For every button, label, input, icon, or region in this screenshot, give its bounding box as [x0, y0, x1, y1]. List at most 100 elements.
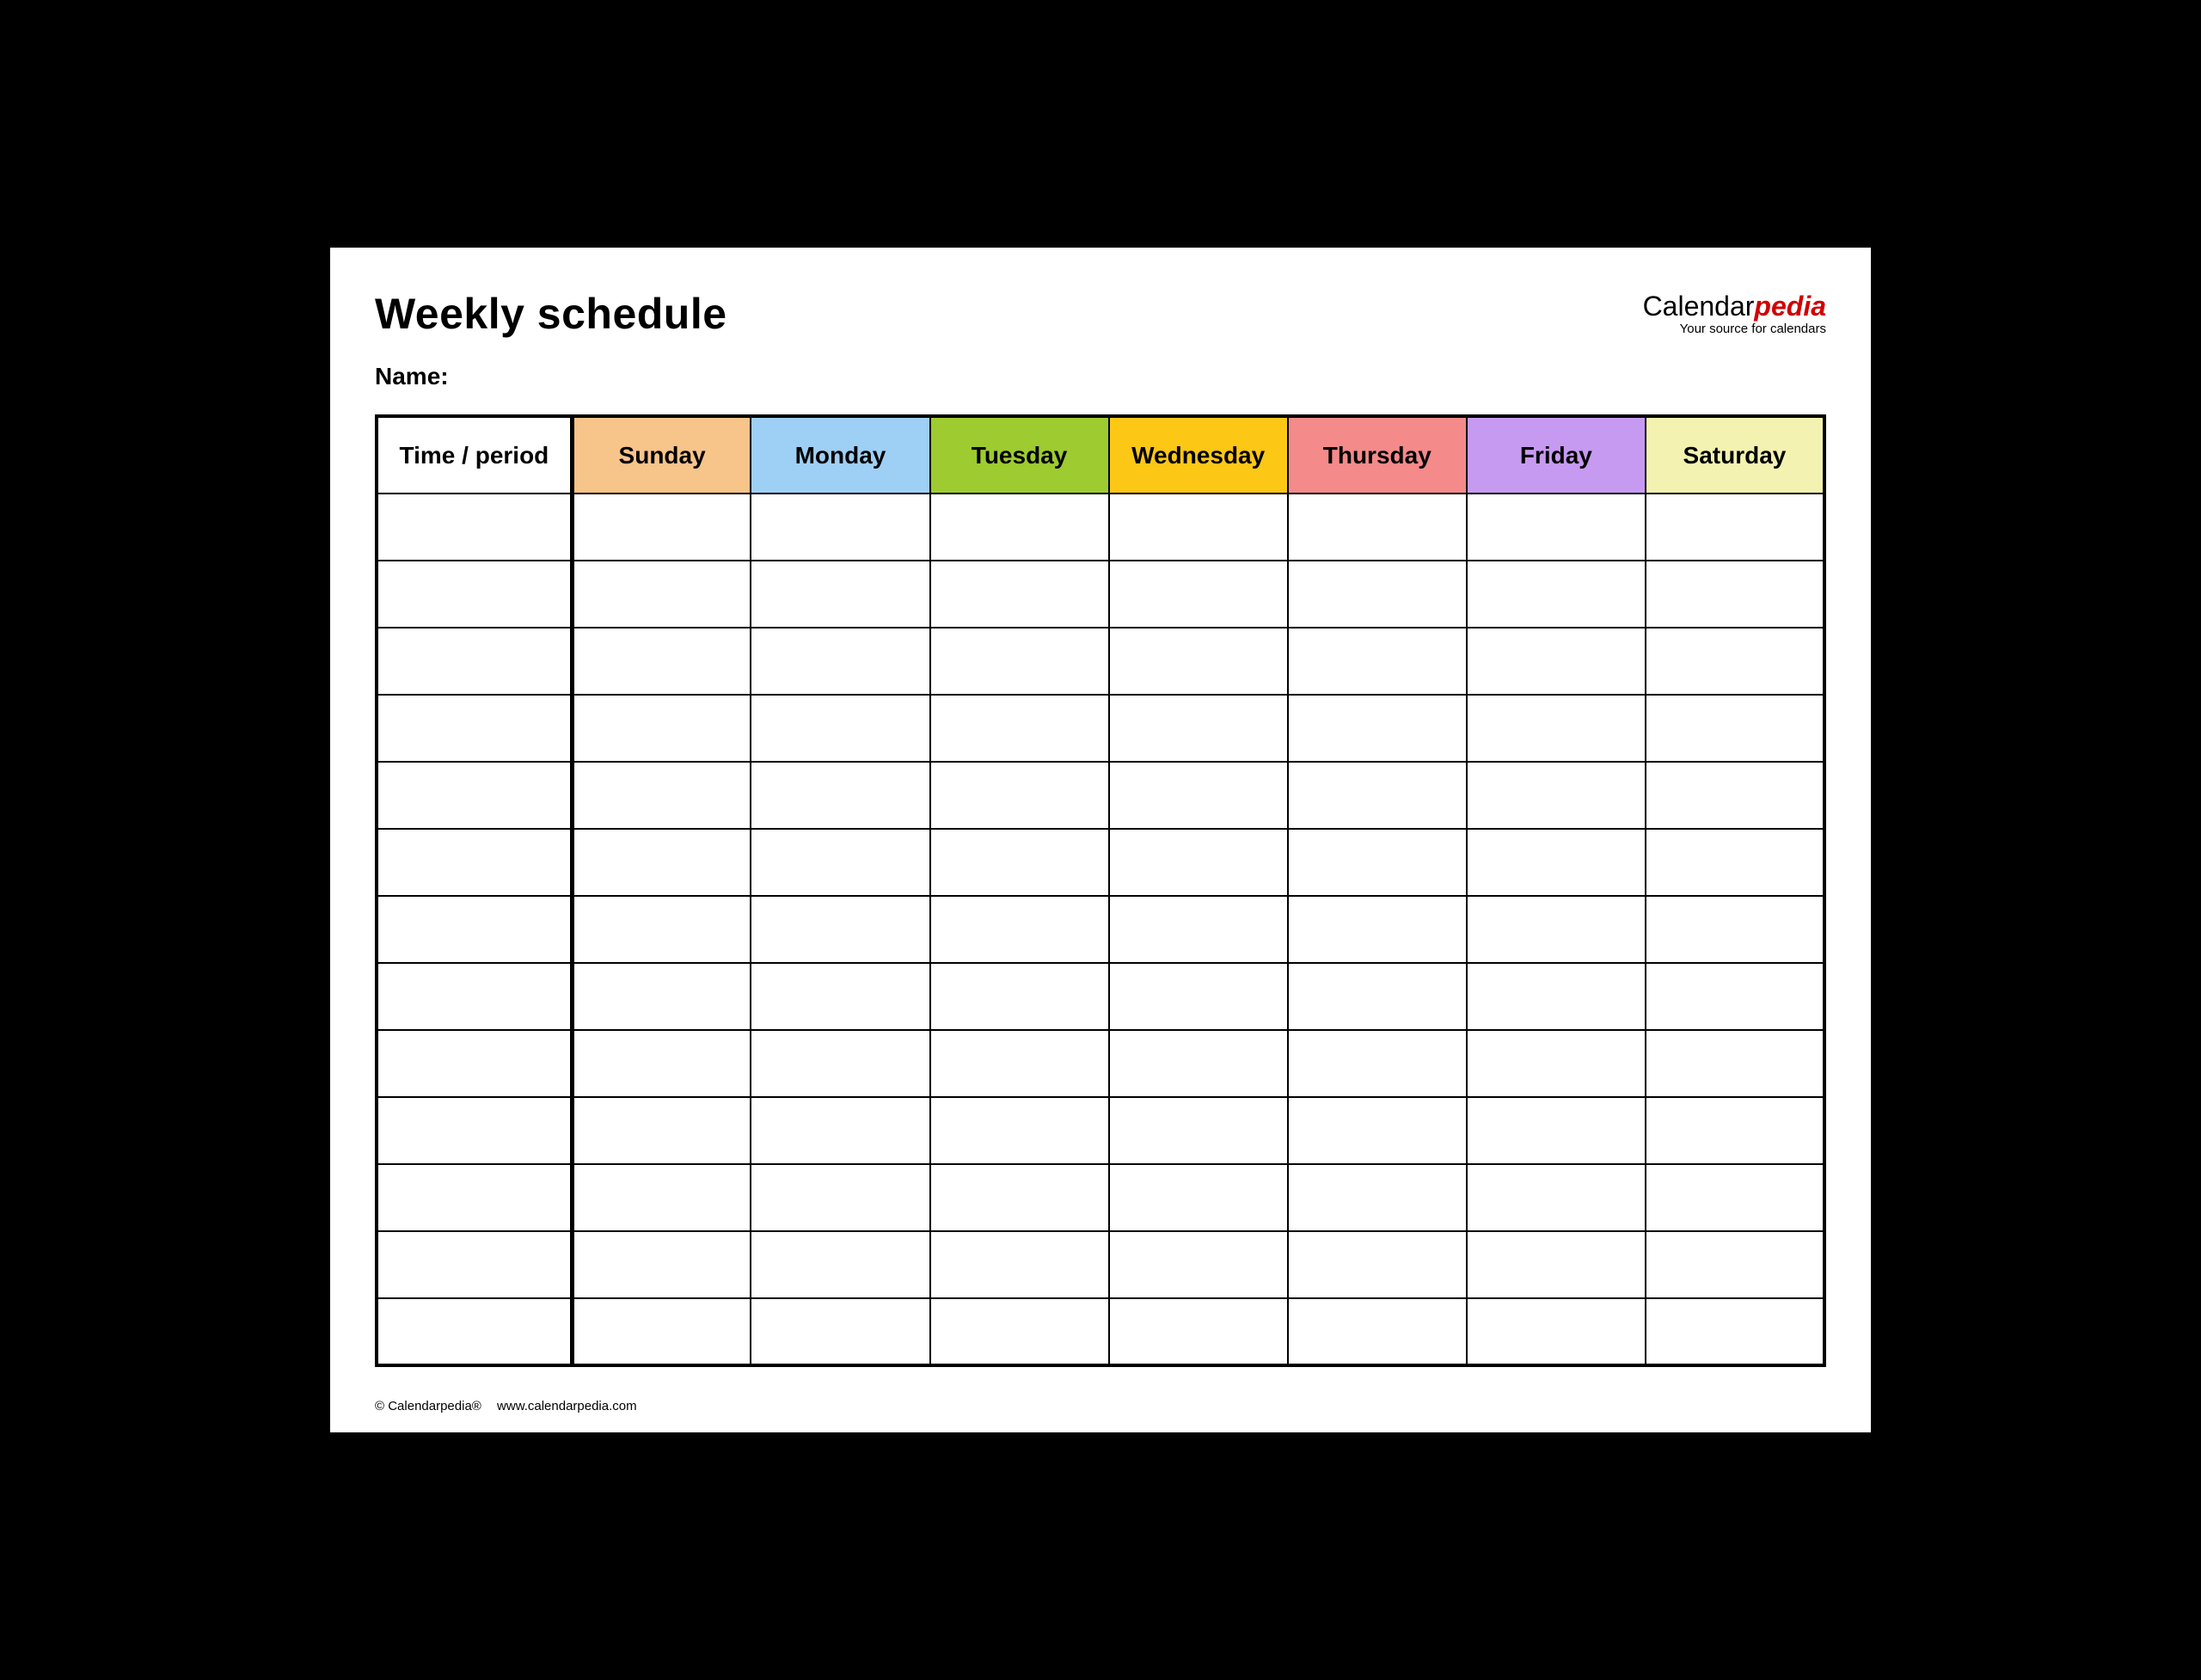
table-row: [377, 494, 1824, 561]
table-row: [377, 1030, 1824, 1097]
table-row: [377, 695, 1824, 762]
name-label: Name: [375, 363, 449, 389]
brand-tagline: Your source for calendars: [1643, 322, 1826, 336]
schedule-cell: [572, 1298, 751, 1365]
schedule-cell: [1288, 762, 1467, 829]
schedule-cell: [751, 628, 929, 695]
schedule-cell: [1288, 695, 1467, 762]
schedule-cell: [1646, 1097, 1824, 1164]
schedule-cell: [1288, 896, 1467, 963]
time-cell: [377, 628, 572, 695]
column-header-sunday: Sunday: [572, 416, 751, 494]
schedule-cell: [572, 628, 751, 695]
schedule-cell: [1646, 695, 1824, 762]
schedule-cell: [1646, 762, 1824, 829]
table-row: [377, 1298, 1824, 1365]
column-header-monday: Monday: [751, 416, 929, 494]
name-field: Name: [375, 363, 1826, 390]
schedule-cell: [572, 494, 751, 561]
page: Weekly schedule Calendarpedia Your sourc…: [330, 248, 1871, 1432]
schedule-cell: [930, 963, 1109, 1030]
schedule-cell: [1646, 1231, 1824, 1298]
schedule-cell: [1646, 1164, 1824, 1231]
schedule-cell: [572, 1164, 751, 1231]
time-cell: [377, 1298, 572, 1365]
schedule-cell: [751, 1231, 929, 1298]
schedule-cell: [1288, 1164, 1467, 1231]
schedule-cell: [751, 1097, 929, 1164]
schedule-cell: [1646, 561, 1824, 628]
schedule-cell: [930, 1164, 1109, 1231]
header: Weekly schedule Calendarpedia Your sourc…: [375, 289, 1826, 339]
time-cell: [377, 762, 572, 829]
schedule-cell: [1288, 1097, 1467, 1164]
schedule-cell: [1109, 628, 1288, 695]
column-header-thursday: Thursday: [1288, 416, 1467, 494]
time-cell: [377, 963, 572, 1030]
schedule-cell: [1646, 963, 1824, 1030]
brand-name: Calendarpedia: [1643, 292, 1826, 320]
page-title: Weekly schedule: [375, 289, 727, 339]
time-cell: [377, 896, 572, 963]
schedule-cell: [930, 829, 1109, 896]
schedule-cell: [751, 829, 929, 896]
schedule-cell: [1288, 829, 1467, 896]
table-row: [377, 1164, 1824, 1231]
column-header-friday: Friday: [1467, 416, 1646, 494]
schedule-cell: [572, 896, 751, 963]
schedule-cell: [751, 762, 929, 829]
time-cell: [377, 695, 572, 762]
schedule-cell: [1109, 1231, 1288, 1298]
table-row: [377, 628, 1824, 695]
schedule-cell: [1288, 963, 1467, 1030]
schedule-cell: [930, 494, 1109, 561]
schedule-cell: [572, 762, 751, 829]
schedule-cell: [1467, 829, 1646, 896]
time-cell: [377, 1030, 572, 1097]
schedule-cell: [751, 1030, 929, 1097]
schedule-cell: [1109, 1097, 1288, 1164]
schedule-table: Time / periodSundayMondayTuesdayWednesda…: [375, 414, 1826, 1367]
table-row: [377, 1231, 1824, 1298]
brand-name-part2: pedia: [1754, 291, 1826, 322]
schedule-cell: [572, 1231, 751, 1298]
schedule-cell: [1646, 829, 1824, 896]
schedule-cell: [751, 494, 929, 561]
time-cell: [377, 829, 572, 896]
schedule-cell: [751, 896, 929, 963]
schedule-cell: [930, 1231, 1109, 1298]
schedule-cell: [751, 561, 929, 628]
time-cell: [377, 1231, 572, 1298]
schedule-cell: [930, 628, 1109, 695]
schedule-cell: [930, 561, 1109, 628]
table-row: [377, 762, 1824, 829]
footer: © Calendarpedia® www.calendarpedia.com: [375, 1399, 637, 1413]
schedule-cell: [1109, 1164, 1288, 1231]
footer-copyright: © Calendarpedia®: [375, 1399, 481, 1413]
schedule-cell: [1467, 628, 1646, 695]
schedule-cell: [572, 1030, 751, 1097]
schedule-cell: [572, 1097, 751, 1164]
schedule-cell: [1467, 695, 1646, 762]
schedule-cell: [1109, 762, 1288, 829]
schedule-cell: [1646, 896, 1824, 963]
schedule-cell: [572, 829, 751, 896]
schedule-cell: [930, 1030, 1109, 1097]
schedule-cell: [1109, 695, 1288, 762]
schedule-cell: [1467, 561, 1646, 628]
time-cell: [377, 561, 572, 628]
schedule-cell: [1646, 628, 1824, 695]
schedule-cell: [1109, 1298, 1288, 1365]
schedule-cell: [1467, 1231, 1646, 1298]
schedule-cell: [930, 762, 1109, 829]
schedule-cell: [1467, 963, 1646, 1030]
schedule-cell: [930, 1097, 1109, 1164]
schedule-cell: [930, 1298, 1109, 1365]
schedule-cell: [1288, 1231, 1467, 1298]
schedule-cell: [572, 695, 751, 762]
schedule-cell: [1109, 896, 1288, 963]
time-cell: [377, 1164, 572, 1231]
schedule-cell: [1467, 1164, 1646, 1231]
schedule-cell: [930, 695, 1109, 762]
schedule-cell: [1288, 628, 1467, 695]
